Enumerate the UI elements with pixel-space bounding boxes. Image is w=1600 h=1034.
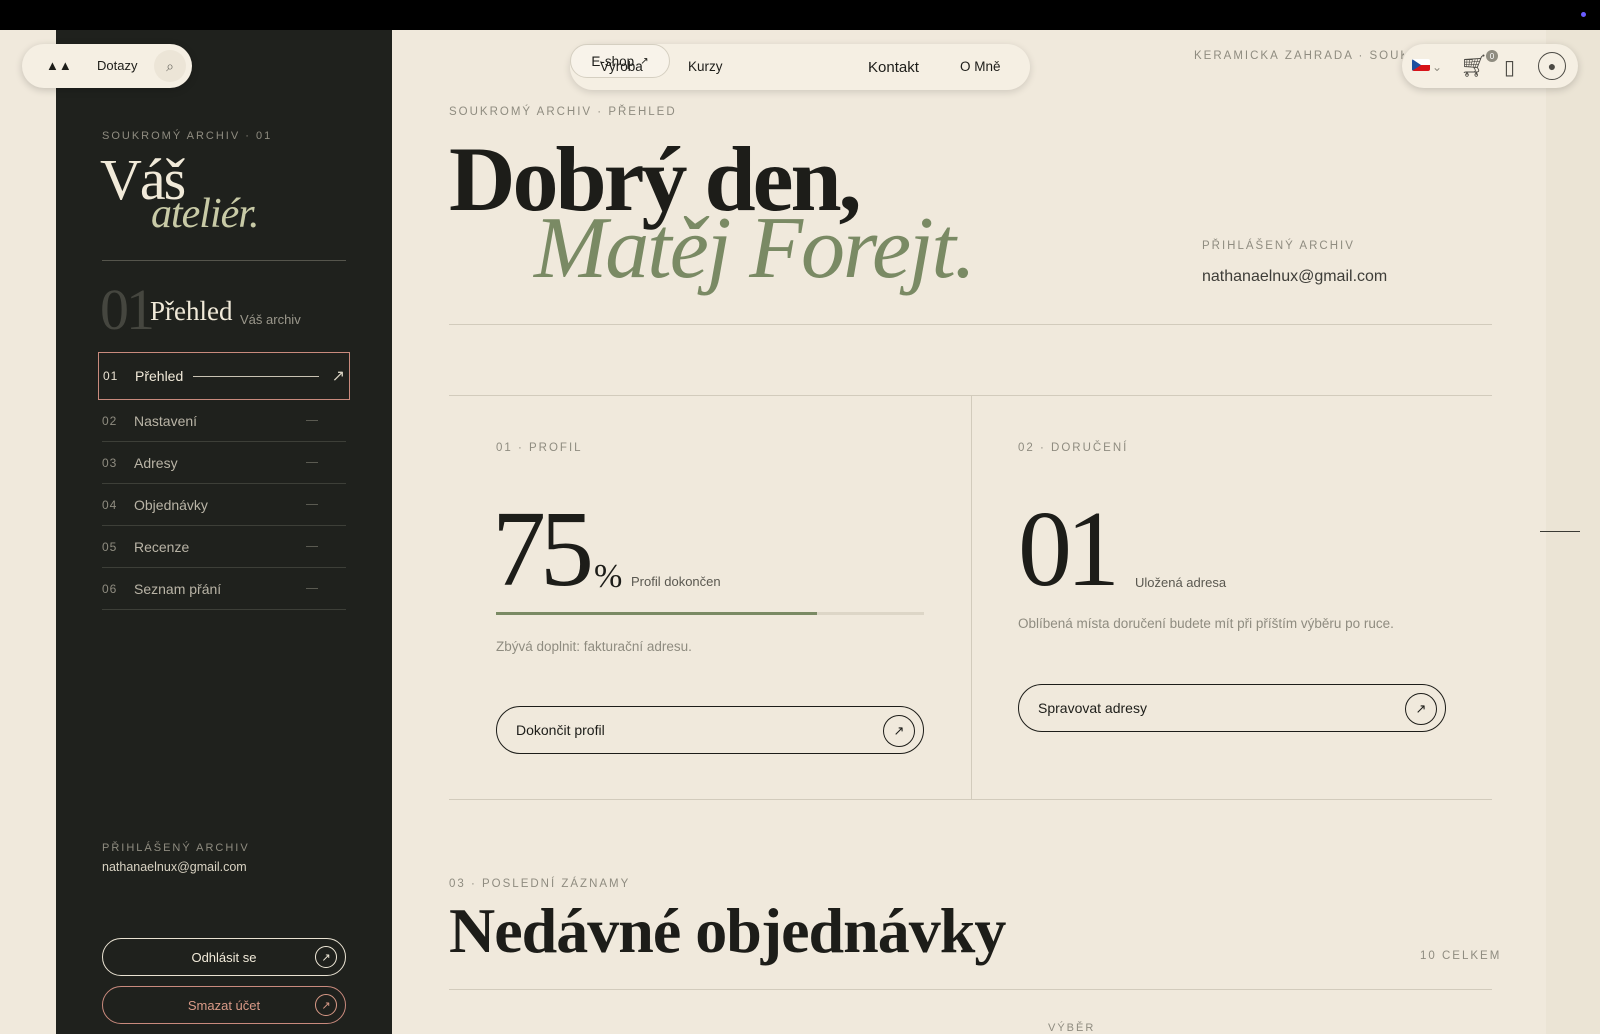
nav-vyroba[interactable]: Výroba [600, 59, 643, 74]
cart-icon[interactable]: 🛒︎ [1460, 53, 1488, 79]
status-dot [1581, 12, 1586, 17]
sidebar-footer-kicker: PŘIHLÁŠENÝ ARCHIV [102, 842, 250, 854]
delete-account-button[interactable]: Smazat účet ↗ [102, 986, 346, 1024]
site-breadcrumb: KERAMICKÁ ZAHRADA · SOUKROMÝ ARCHIV [1194, 50, 1404, 62]
nav-kontakt[interactable]: Kontakt [868, 59, 919, 76]
faq-link[interactable]: Dotazy [97, 58, 137, 73]
sidebar-item-number: 01 [103, 369, 119, 383]
sidebar-title-italic: ateliér. [151, 191, 259, 237]
right-strip [1546, 30, 1600, 1034]
user-icon[interactable]: ● [1538, 52, 1566, 80]
right-indicator [1540, 531, 1580, 532]
column-header-vyber: VÝBĚR [1048, 1022, 1096, 1034]
dash-icon [306, 462, 318, 463]
divider [449, 799, 1492, 800]
profile-percent-value: 75 [492, 490, 594, 609]
divider [449, 989, 1492, 990]
account-kicker: PŘIHLÁŠENÝ ARCHIV [1202, 240, 1355, 252]
search-icon[interactable]: ⌕ [154, 50, 186, 82]
sidebar-item-label: Objednávky [134, 496, 208, 513]
arrow-up-right-icon: ↗ [1405, 693, 1437, 725]
user-name-title: Matěj Forejt. [534, 200, 976, 297]
manage-addresses-label: Spravovat adresy [1038, 700, 1147, 716]
profile-progress-bar [496, 612, 924, 615]
dash-icon [306, 588, 318, 589]
sidebar-section-title: Přehled [150, 296, 233, 326]
sidebar-item-label: Recenze [134, 538, 190, 555]
sidebar-item-objednavky[interactable]: 04 Objednávky [102, 484, 346, 526]
chevron-icon[interactable]: ⌄ [1432, 60, 1442, 74]
delivery-count: 01 [1018, 490, 1120, 609]
manage-addresses-button[interactable]: Spravovat adresy ↗ [1018, 684, 1446, 732]
sidebar-item-number: 03 [102, 455, 118, 470]
sidebar-nav: 01 Přehled ↗ 02 Nastavení 03 Adresy 04 O… [98, 352, 350, 610]
bookmark-icon[interactable]: ▯ [1504, 55, 1515, 80]
arrow-up-right-icon: ↗ [331, 368, 345, 385]
sidebar-item-number: 04 [102, 497, 118, 512]
profile-progress-fill [496, 612, 817, 615]
user-tools-pill: ⌄ 🛒︎ 0 ▯ ● [1402, 44, 1578, 88]
profile-note: Zbývá doplnit: fakturační adresu. [496, 639, 692, 654]
sidebar-section-subtitle: Váš archiv [240, 312, 301, 327]
recent-kicker: 03 · POSLEDNÍ ZÁZNAMY [449, 878, 631, 890]
arrow-up-right-icon: ↗ [315, 946, 337, 968]
window-topbar [0, 0, 1600, 30]
profile-label: Profil dokončen [631, 574, 721, 589]
sidebar-item-adresy[interactable]: 03 Adresy [102, 442, 346, 484]
flag-cz-icon[interactable] [1412, 59, 1430, 71]
nav-o-mne[interactable]: O Mně [960, 59, 1001, 74]
delivery-label: Uložená adresa [1135, 575, 1227, 590]
complete-profile-label: Dokončit profil [516, 722, 605, 738]
top-nav: Výroba Kurzy E-shop ↗ Kontakt O Mně [570, 44, 1030, 90]
logo-icon[interactable]: ▲▲ [46, 58, 72, 73]
sidebar-item-label: Přehled [135, 368, 184, 384]
sidebar-item-number: 06 [102, 581, 118, 596]
profile-kicker: 01 · PROFIL [496, 442, 583, 454]
sidebar-kicker: SOUKROMÝ ARCHIV · 01 [102, 130, 273, 142]
arrow-up-right-icon: ↗ [315, 994, 337, 1016]
sidebar: SOUKROMÝ ARCHIV · 01 Váš ateliér. 01 Pře… [56, 30, 392, 1034]
nav-kurzy[interactable]: Kurzy [688, 59, 723, 74]
main-kicker: SOUKROMÝ ARCHIV · PŘEHLED [449, 106, 677, 118]
sidebar-item-label: Adresy [134, 454, 178, 471]
sidebar-footer-email: nathanaelnux@gmail.com [102, 860, 247, 874]
delete-account-label: Smazat účet [187, 997, 261, 1013]
complete-profile-button[interactable]: Dokončit profil ↗ [496, 706, 924, 754]
sidebar-item-label: Seznam přání [134, 580, 222, 597]
sidebar-item-prehled[interactable]: 01 Přehled ↗ [98, 352, 350, 400]
active-line [193, 376, 319, 377]
dash-icon [306, 546, 318, 547]
logo-search-pill: ▲▲ Dotazy ⌕ [22, 44, 192, 88]
divider [449, 324, 1492, 325]
orders-total: 10 CELKEM [1420, 950, 1502, 962]
recent-orders-title: Nedávné objednávky [449, 895, 1006, 966]
sidebar-item-number: 02 [102, 413, 118, 428]
dash-icon [306, 420, 318, 421]
sidebar-item-recenze[interactable]: 05 Recenze [102, 526, 346, 568]
sidebar-item-number: 05 [102, 539, 118, 554]
delivery-kicker: 02 · DORUČENÍ [1018, 442, 1129, 454]
profile-percent-unit: % [594, 558, 623, 595]
sidebar-section-number: 01 [100, 277, 155, 342]
cart-count-badge: 0 [1486, 50, 1498, 62]
card-divider [971, 395, 972, 799]
logout-label: Odhlásit se [191, 949, 257, 965]
sidebar-item-seznam-prani[interactable]: 06 Seznam přání [102, 568, 346, 610]
arrow-up-right-icon: ↗ [883, 715, 915, 747]
sidebar-divider [102, 260, 346, 261]
sidebar-item-nastaveni[interactable]: 02 Nastavení [102, 400, 346, 442]
delivery-note: Oblíbená místa doručení budete mít při p… [1018, 616, 1394, 631]
logout-button[interactable]: Odhlásit se ↗ [102, 938, 346, 976]
dash-icon [306, 504, 318, 505]
account-email: nathanaelnux@gmail.com [1202, 268, 1388, 285]
sidebar-item-label: Nastavení [134, 412, 198, 429]
